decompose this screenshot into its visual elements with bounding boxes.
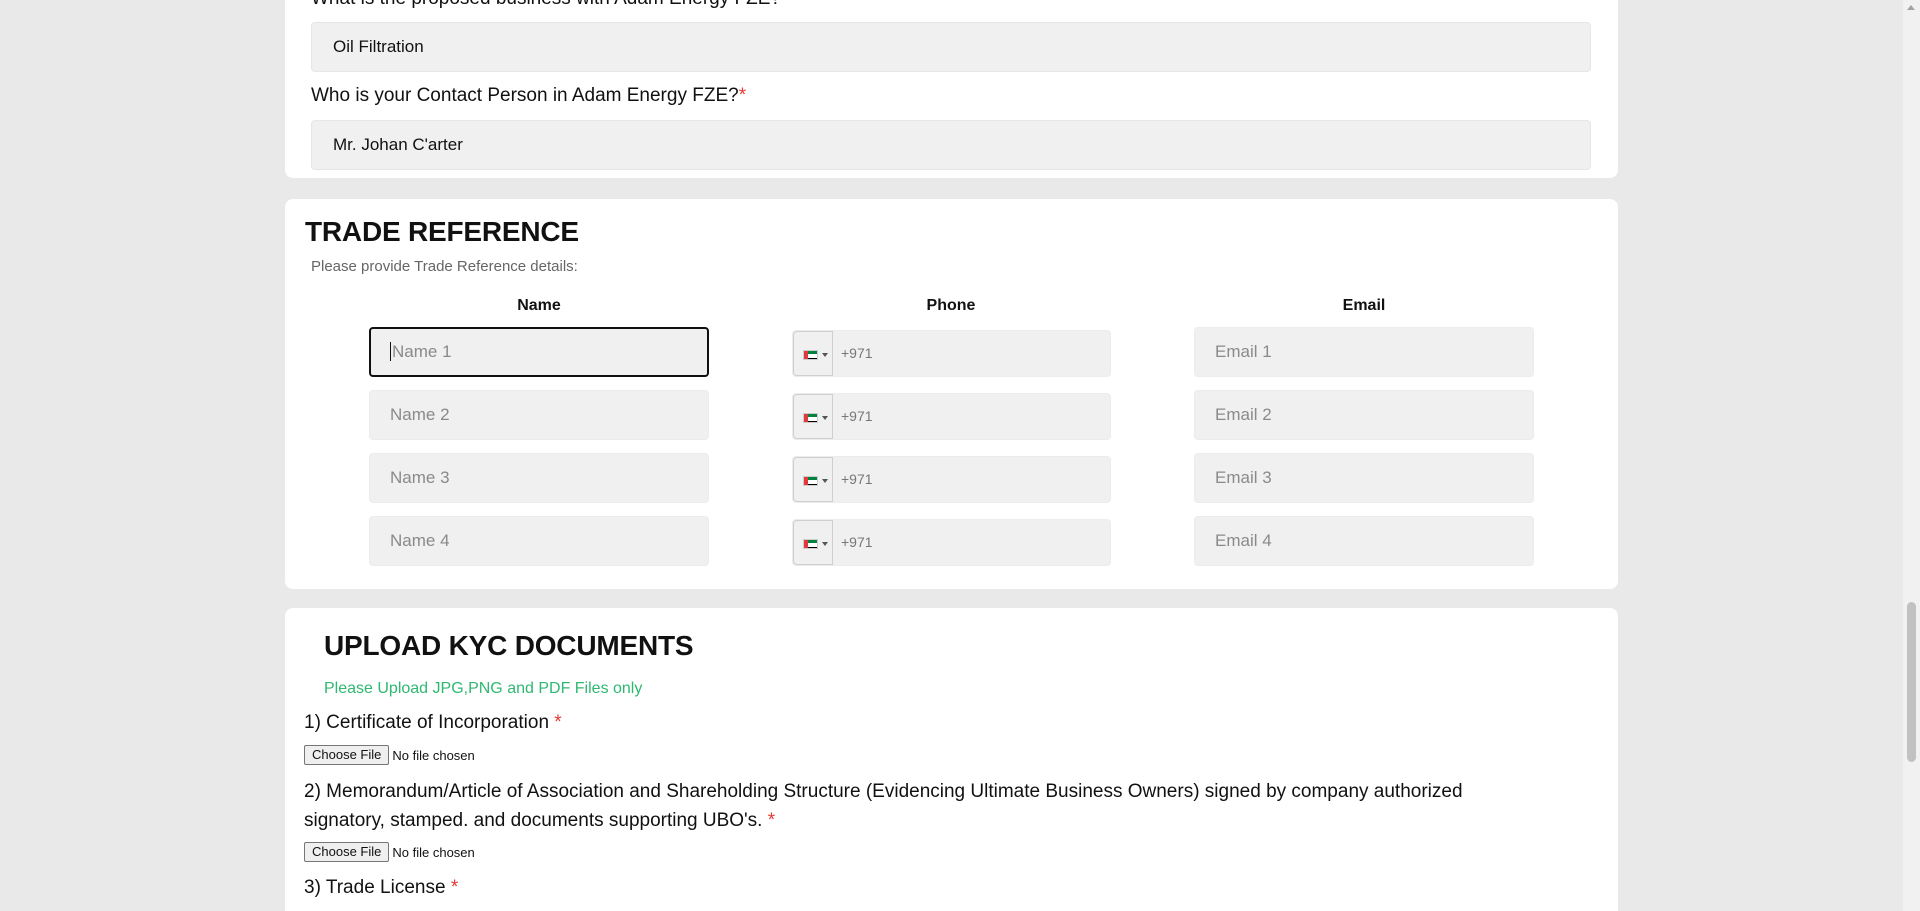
trade-ref-email-2-input[interactable]: Email 2 xyxy=(1194,390,1534,440)
trade-ref-name-3-input[interactable]: Name 3 xyxy=(369,453,709,503)
trade-ref-name-1-input[interactable]: Name 1 xyxy=(369,327,709,377)
kyc-title: UPLOAD KYC DOCUMENTS xyxy=(324,630,694,661)
phone-value: +971 xyxy=(841,471,873,487)
dropdown-arrow-icon xyxy=(822,542,828,546)
trade-ref-name-2-input[interactable]: Name 2 xyxy=(369,390,709,440)
uae-flag-icon xyxy=(803,413,818,423)
doc-1-label: 1) Certificate of Incorporation * xyxy=(304,712,562,733)
dropdown-arrow-icon xyxy=(822,479,828,483)
proposed-business-label: What is the proposed business with Adam … xyxy=(311,0,781,10)
doc-1-file-status: No file chosen xyxy=(392,747,475,763)
required-mark: * xyxy=(450,877,459,898)
trade-ref-phone-2-input[interactable]: +971 xyxy=(792,393,1111,440)
text-caret xyxy=(390,342,391,362)
column-header-email: Email xyxy=(1342,297,1386,314)
kyc-card: UPLOAD KYC DOCUMENTS Please Upload JPG,P… xyxy=(285,608,1618,911)
contact-person-input[interactable]: Mr. Johan C'arter xyxy=(311,120,1591,170)
trade-ref-email-3-input[interactable]: Email 3 xyxy=(1194,453,1534,503)
trade-reference-subtitle: Please provide Trade Reference details: xyxy=(311,258,578,275)
dropdown-arrow-icon xyxy=(822,416,828,420)
business-card: What is the proposed business with Adam … xyxy=(285,0,1618,178)
doc-2-label: 2) Memorandum/Article of Association and… xyxy=(304,781,1463,831)
phone-value: +971 xyxy=(841,408,873,424)
trade-reference-card: TRADE REFERENCE Please provide Trade Ref… xyxy=(285,199,1618,589)
required-mark: * xyxy=(767,810,776,831)
doc-2-file-input[interactable]: Choose File No file chosen xyxy=(304,842,475,864)
dropdown-arrow-icon xyxy=(822,353,828,357)
required-mark: * xyxy=(738,85,747,106)
trade-ref-email-1-input[interactable]: Email 1 xyxy=(1194,327,1534,377)
column-header-name: Name xyxy=(517,297,561,314)
required-mark: * xyxy=(554,712,562,733)
scrollbar-thumb[interactable] xyxy=(1907,602,1916,762)
doc-1-file-input[interactable]: Choose File No file chosen xyxy=(304,745,475,767)
trade-reference-title: TRADE REFERENCE xyxy=(305,216,579,247)
page-scrollbar[interactable] xyxy=(1903,0,1920,911)
kyc-file-type-note: Please Upload JPG,PNG and PDF Files only xyxy=(324,680,643,697)
proposed-business-input[interactable]: Oil Filtration xyxy=(311,22,1591,72)
phone-value: +971 xyxy=(841,534,873,550)
doc-1-choose-file-button[interactable]: Choose File xyxy=(304,745,390,765)
page: What is the proposed business with Adam … xyxy=(0,0,1920,911)
phone-value: +971 xyxy=(841,345,873,361)
doc-3-label: 3) Trade License * xyxy=(304,877,459,898)
contact-person-label: Who is your Contact Person in Adam Energ… xyxy=(311,85,747,106)
column-header-phone: Phone xyxy=(926,297,976,314)
uae-flag-icon xyxy=(803,476,818,486)
trade-ref-name-4-input[interactable]: Name 4 xyxy=(369,516,709,566)
trade-ref-email-4-input[interactable]: Email 4 xyxy=(1194,516,1534,566)
scroll-up-arrow-icon[interactable] xyxy=(1907,5,1915,10)
uae-flag-icon xyxy=(803,350,818,360)
doc-2-file-status: No file chosen xyxy=(392,844,475,860)
country-select-button[interactable] xyxy=(793,394,833,439)
country-select-button[interactable] xyxy=(793,457,833,502)
trade-ref-phone-1-input[interactable]: +971 xyxy=(792,330,1111,377)
country-select-button[interactable] xyxy=(793,520,833,565)
uae-flag-icon xyxy=(803,539,818,549)
country-select-button[interactable] xyxy=(793,331,833,376)
trade-ref-phone-3-input[interactable]: +971 xyxy=(792,456,1111,503)
doc-2-choose-file-button[interactable]: Choose File xyxy=(304,842,390,862)
trade-ref-phone-4-input[interactable]: +971 xyxy=(792,519,1111,566)
